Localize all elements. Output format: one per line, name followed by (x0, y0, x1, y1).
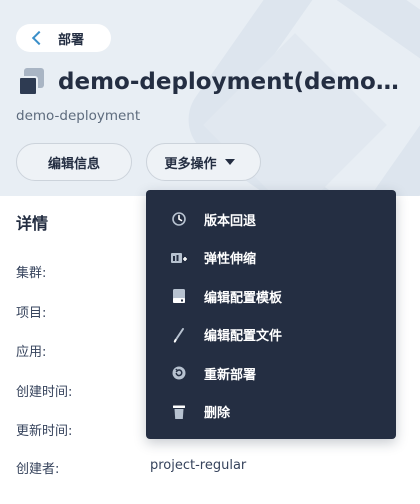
details-heading: 详情 (16, 214, 49, 233)
detail-value: project-regular (150, 458, 247, 473)
history-icon (170, 210, 188, 228)
detail-row-updated-time: 更新时间: (16, 420, 150, 439)
caret-down-icon (224, 159, 235, 165)
more-actions-label: 更多操作 (164, 156, 217, 172)
pen-icon (170, 326, 188, 344)
detail-row-created-time: 创建时间: (16, 381, 150, 400)
menu-item-autoscale[interactable]: 弹性伸缩 (146, 239, 396, 278)
page-subtitle: demo-deployment (16, 108, 141, 124)
back-button[interactable]: 部署 (16, 24, 111, 52)
menu-item-label: 版本回退 (204, 213, 257, 229)
menu-item-label: 重新部署 (204, 367, 257, 383)
detail-row-cluster: 集群: (16, 262, 150, 281)
menu-item-label: 编辑配置模板 (204, 290, 283, 306)
detail-row-application: 应用: (16, 341, 150, 360)
detail-label: 应用: (16, 345, 47, 360)
detail-label: 项目: (16, 306, 47, 321)
trash-icon (170, 403, 188, 421)
more-actions-button[interactable]: 更多操作 (146, 143, 261, 181)
menu-item-redeploy[interactable]: 重新部署 (146, 354, 396, 393)
detail-label: 创建者: (16, 462, 60, 477)
menu-item-label: 编辑配置文件 (204, 329, 283, 345)
page-header: 部署 demo-deployment(demo-deployment) demo… (0, 0, 420, 196)
detail-label: 更新时间: (16, 424, 73, 439)
autoscale-icon (170, 249, 188, 267)
menu-item-label: 删除 (204, 406, 231, 422)
menu-item-label: 弹性伸缩 (204, 252, 257, 268)
chevron-left-icon (31, 30, 47, 46)
menu-item-edit-config[interactable]: 编辑配置文件 (146, 316, 396, 355)
back-label: 部署 (58, 32, 85, 48)
deployment-icon (16, 66, 48, 98)
title-row: demo-deployment(demo-deployment) (16, 66, 403, 98)
detail-label: 集群: (16, 266, 47, 281)
template-icon (170, 287, 188, 305)
menu-item-edit-template[interactable]: 编辑配置模板 (146, 277, 396, 316)
detail-row-project: 项目: (16, 302, 150, 321)
redeploy-icon (170, 364, 188, 382)
more-actions-menu: 版本回退 弹性伸缩 编辑配置模板 编辑配置文件 重新部署 删除 (146, 190, 396, 439)
edit-info-button[interactable]: 编辑信息 (16, 143, 132, 181)
page-title: demo-deployment(demo-deployment) (58, 69, 403, 95)
detail-label: 创建时间: (16, 385, 73, 400)
menu-item-rollback[interactable]: 版本回退 (146, 200, 396, 239)
detail-row-creator: 创建者: project-regular (16, 458, 246, 477)
menu-item-delete[interactable]: 删除 (146, 393, 396, 432)
